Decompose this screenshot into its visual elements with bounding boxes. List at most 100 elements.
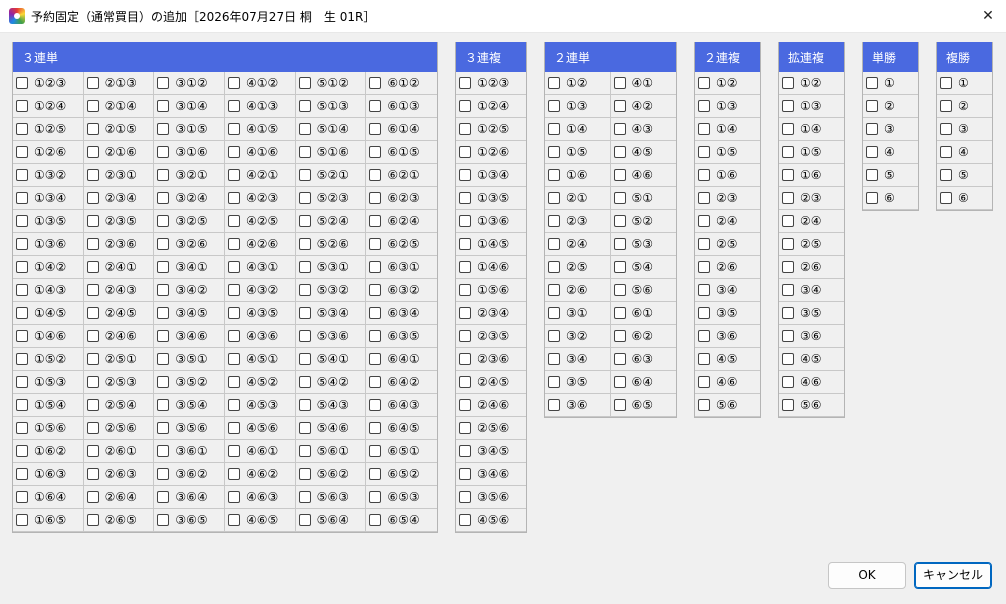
checkbox[interactable] xyxy=(613,376,626,388)
bet-option-nirentan[interactable]: ③⑥ xyxy=(545,394,611,417)
checkbox[interactable] xyxy=(613,399,626,411)
bet-option-nirentan[interactable]: ②⑥ xyxy=(545,279,611,302)
checkbox[interactable] xyxy=(459,123,471,135)
checkbox[interactable] xyxy=(298,169,311,181)
checkbox[interactable] xyxy=(459,238,471,250)
checkbox[interactable] xyxy=(16,514,28,526)
checkbox[interactable] xyxy=(86,307,99,319)
checkbox[interactable] xyxy=(157,353,170,365)
bet-option-sanrentan[interactable]: ②⑤⑥ xyxy=(83,417,155,440)
bet-option-nirentan[interactable]: ①⑥ xyxy=(545,164,611,187)
checkbox[interactable] xyxy=(940,77,952,89)
bet-option-kakurenpuku[interactable]: ④⑥ xyxy=(779,371,844,394)
checkbox[interactable] xyxy=(459,192,471,204)
checkbox[interactable] xyxy=(86,353,99,365)
bet-option-nirentan[interactable]: ⑥② xyxy=(610,325,676,348)
bet-option-fukusho[interactable]: ② xyxy=(937,95,992,118)
checkbox[interactable] xyxy=(459,376,471,388)
bet-option-nirentan[interactable]: ③④ xyxy=(545,348,611,371)
bet-option-sanrentan[interactable]: ①④③ xyxy=(13,279,84,302)
checkbox[interactable] xyxy=(459,445,471,457)
checkbox[interactable] xyxy=(369,77,382,89)
bet-option-sanrentan[interactable]: ③⑤② xyxy=(154,371,225,394)
bet-option-sanrentan[interactable]: ④①⑥ xyxy=(224,141,296,164)
checkbox[interactable] xyxy=(369,353,382,365)
bet-option-tansho[interactable]: ② xyxy=(863,95,918,118)
bet-option-sanrentan[interactable]: ⑤⑥③ xyxy=(295,486,367,509)
bet-option-sanrentan[interactable]: ④③① xyxy=(224,256,296,279)
checkbox[interactable] xyxy=(298,376,311,388)
bet-option-sanrentan[interactable]: ①③⑤ xyxy=(13,210,84,233)
checkbox[interactable] xyxy=(548,376,560,388)
checkbox[interactable] xyxy=(298,192,311,204)
checkbox[interactable] xyxy=(157,284,170,296)
checkbox[interactable] xyxy=(157,468,170,480)
bet-option-sanrentan[interactable]: ④②⑤ xyxy=(224,210,296,233)
checkbox[interactable] xyxy=(227,399,240,411)
checkbox[interactable] xyxy=(698,307,710,319)
checkbox[interactable] xyxy=(459,284,471,296)
checkbox[interactable] xyxy=(698,353,710,365)
checkbox[interactable] xyxy=(369,146,382,158)
checkbox[interactable] xyxy=(940,192,952,204)
checkbox[interactable] xyxy=(157,445,170,457)
checkbox[interactable] xyxy=(298,238,311,250)
bet-option-kakurenpuku[interactable]: ⑤⑥ xyxy=(779,394,844,417)
bet-option-sanrentan[interactable]: ③④⑥ xyxy=(154,325,225,348)
checkbox[interactable] xyxy=(782,330,794,342)
bet-option-sanrentan[interactable]: ①④② xyxy=(13,256,84,279)
checkbox[interactable] xyxy=(227,192,240,204)
bet-option-sanrenpuku[interactable]: ①⑤⑥ xyxy=(456,279,526,302)
checkbox[interactable] xyxy=(298,445,311,457)
bet-option-fukusho[interactable]: ⑤ xyxy=(937,164,992,187)
bet-option-nirentan[interactable]: ①⑤ xyxy=(545,141,611,164)
checkbox[interactable] xyxy=(86,514,99,526)
checkbox[interactable] xyxy=(459,261,471,273)
checkbox[interactable] xyxy=(940,169,952,181)
bet-option-sanrenpuku[interactable]: ①②⑥ xyxy=(456,141,526,164)
bet-option-sanrentan[interactable]: ②⑥③ xyxy=(83,463,155,486)
checkbox[interactable] xyxy=(369,123,382,135)
checkbox[interactable] xyxy=(16,123,28,135)
checkbox[interactable] xyxy=(782,261,794,273)
bet-option-sanrentan[interactable]: ①⑤③ xyxy=(13,371,84,394)
checkbox[interactable] xyxy=(369,215,382,227)
bet-option-sanrentan[interactable]: ③⑥⑤ xyxy=(154,509,225,532)
checkbox[interactable] xyxy=(698,169,710,181)
checkbox[interactable] xyxy=(866,100,878,112)
bet-option-sanrentan[interactable]: ①⑤④ xyxy=(13,394,84,417)
checkbox[interactable] xyxy=(86,330,99,342)
checkbox[interactable] xyxy=(369,261,382,273)
bet-option-sanrentan[interactable]: ⑥②③ xyxy=(366,187,437,210)
checkbox[interactable] xyxy=(227,353,240,365)
checkbox[interactable] xyxy=(459,330,471,342)
checkbox[interactable] xyxy=(16,422,28,434)
checkbox[interactable] xyxy=(16,491,28,503)
checkbox[interactable] xyxy=(698,77,710,89)
checkbox[interactable] xyxy=(459,353,471,365)
checkbox[interactable] xyxy=(157,100,170,112)
checkbox[interactable] xyxy=(227,468,240,480)
bet-option-sanrentan[interactable]: ③⑤① xyxy=(154,348,225,371)
checkbox[interactable] xyxy=(548,307,560,319)
checkbox[interactable] xyxy=(698,261,710,273)
bet-option-sanrentan[interactable]: ⑤④③ xyxy=(295,394,367,417)
bet-option-sanrentan[interactable]: ③①⑥ xyxy=(154,141,225,164)
bet-option-sanrentan[interactable]: ②③④ xyxy=(83,187,155,210)
bet-option-nirenpuku[interactable]: ②⑥ xyxy=(695,256,760,279)
checkbox[interactable] xyxy=(698,330,710,342)
checkbox[interactable] xyxy=(698,376,710,388)
bet-option-sanrentan[interactable]: ③⑤④ xyxy=(154,394,225,417)
bet-option-sanrenpuku[interactable]: ②④⑥ xyxy=(456,394,526,417)
bet-option-kakurenpuku[interactable]: ①⑤ xyxy=(779,141,844,164)
checkbox[interactable] xyxy=(548,330,560,342)
bet-option-sanrentan[interactable]: ④⑥⑤ xyxy=(224,509,296,532)
checkbox[interactable] xyxy=(227,445,240,457)
bet-option-tansho[interactable]: ⑥ xyxy=(863,187,918,210)
bet-option-nirentan[interactable]: ①③ xyxy=(545,95,611,118)
bet-option-sanrentan[interactable]: ①③② xyxy=(13,164,84,187)
checkbox[interactable] xyxy=(940,146,952,158)
bet-option-sanrentan[interactable]: ⑥③① xyxy=(366,256,437,279)
checkbox[interactable] xyxy=(613,192,626,204)
checkbox[interactable] xyxy=(157,376,170,388)
